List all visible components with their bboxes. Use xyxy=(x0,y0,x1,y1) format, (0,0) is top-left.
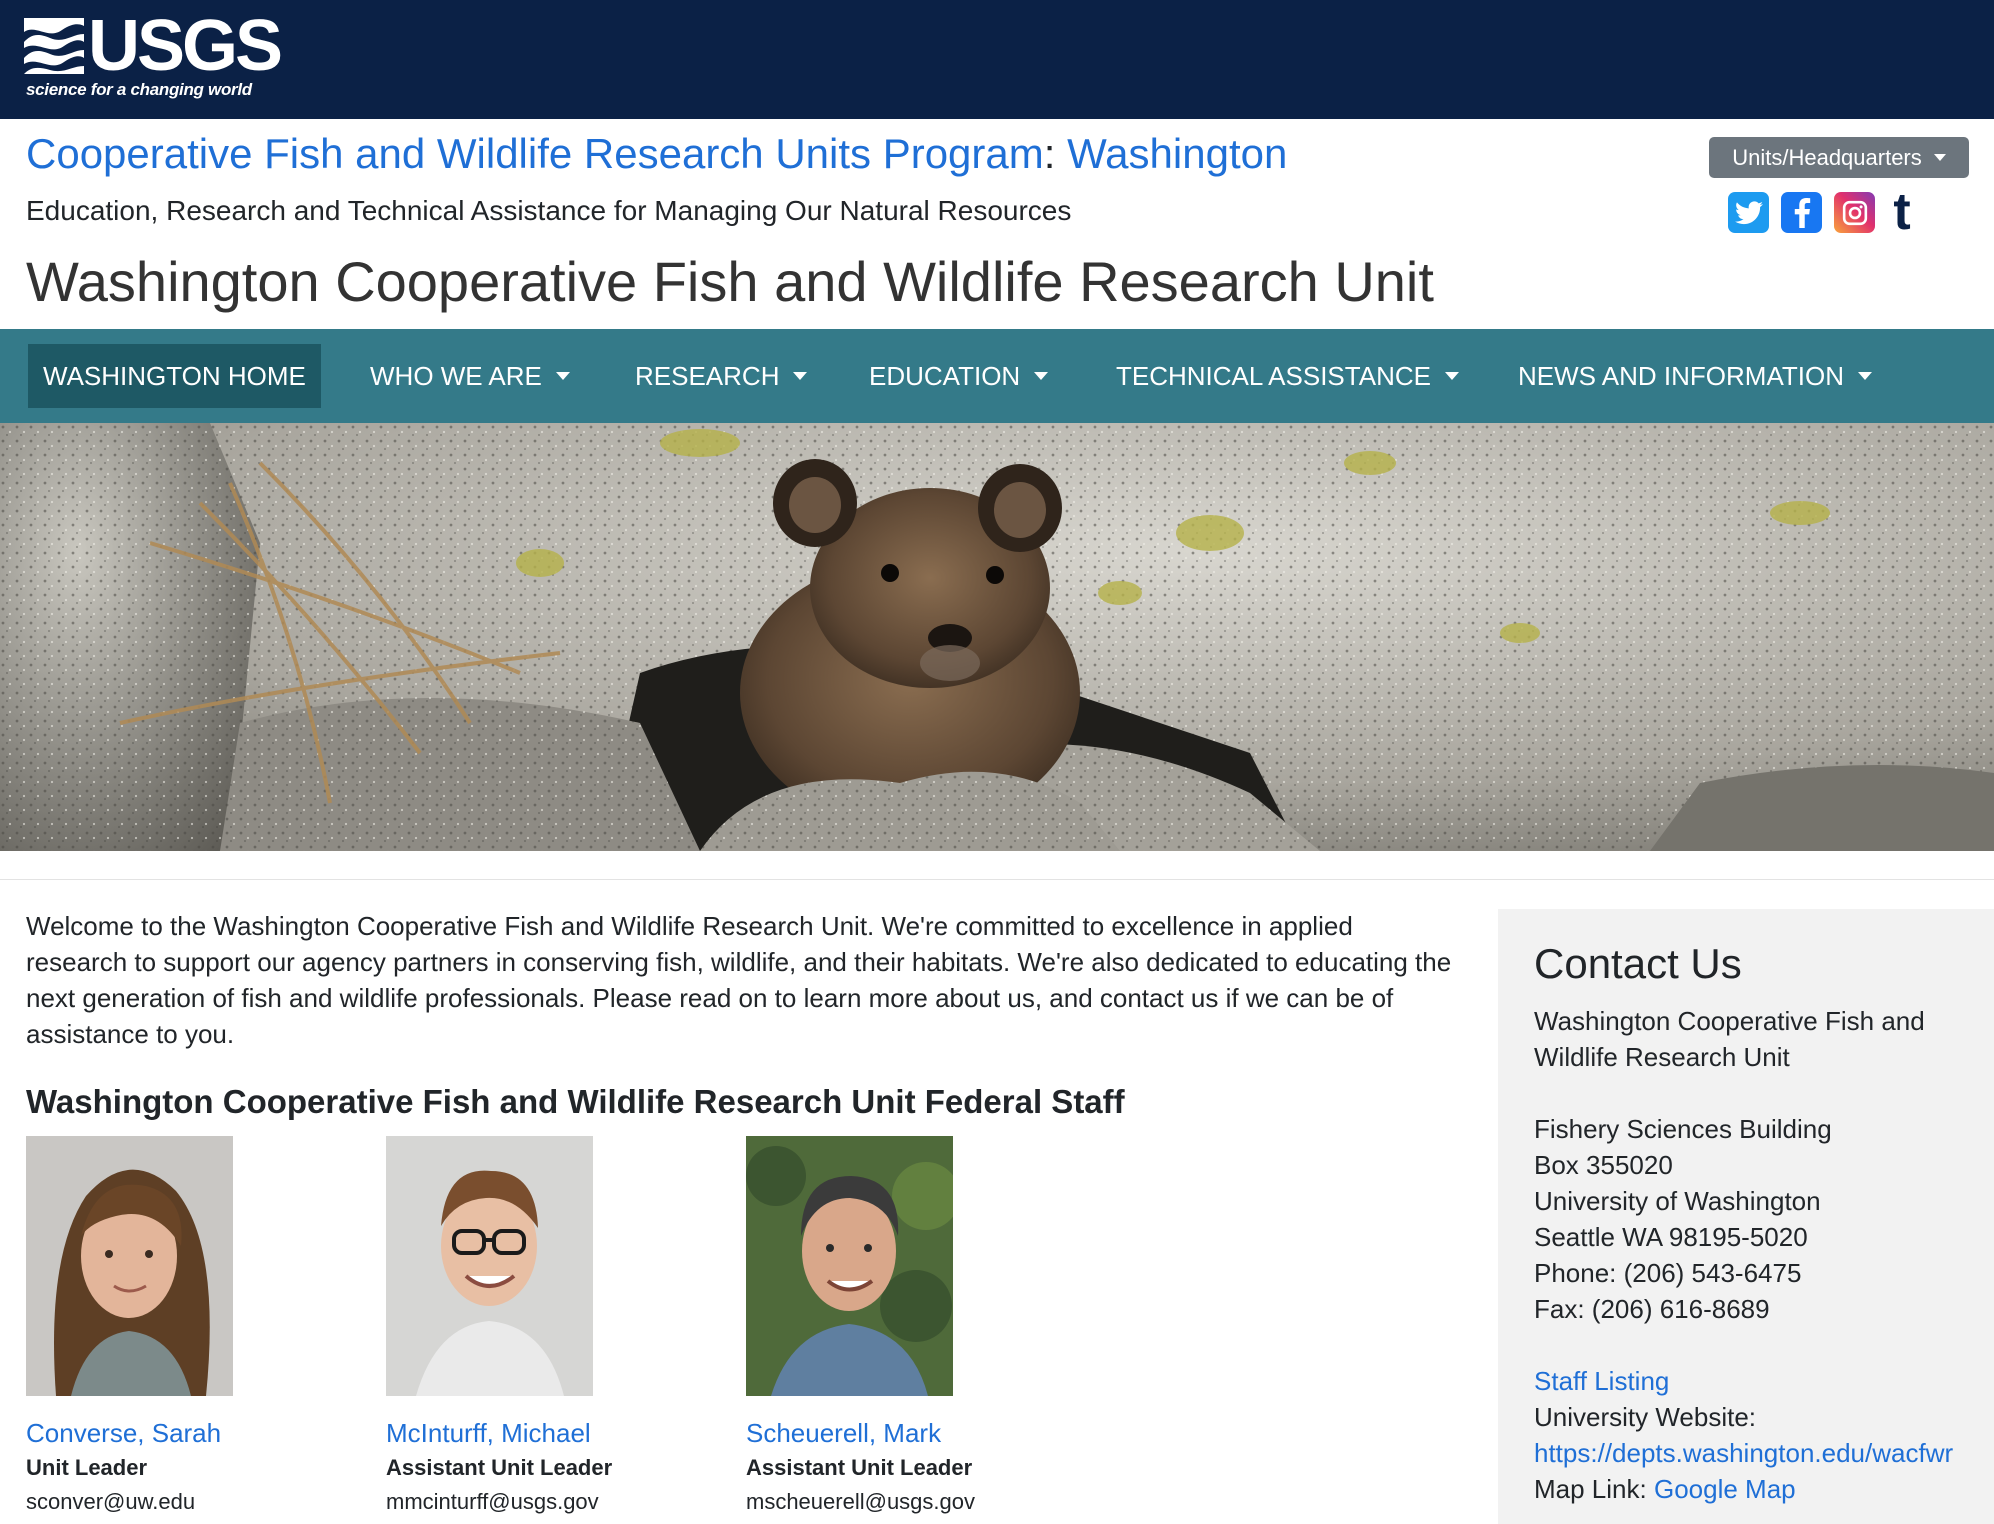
main-nav: WASHINGTON HOME WHO WE ARE RESEARCH EDUC… xyxy=(0,329,1994,423)
contact-panel: Contact Us Washington Cooperative Fish a… xyxy=(1498,909,1994,1524)
units-headquarters-dropdown[interactable]: Units/Headquarters xyxy=(1709,137,1969,178)
page-title: Washington Cooperative Fish and Wildlife… xyxy=(26,250,1434,313)
twitter-icon[interactable] xyxy=(1728,192,1769,233)
contact-building: Fishery Sciences Building xyxy=(1534,1114,1832,1144)
program-separator: : xyxy=(1043,130,1056,177)
intro-paragraph: Welcome to the Washington Cooperative Fi… xyxy=(26,911,1452,1049)
usgs-logo-text: USGS xyxy=(88,6,283,86)
staff-email: mscheuerell@usgs.gov xyxy=(746,1489,975,1514)
staff-heading: Washington Cooperative Fish and Wildlife… xyxy=(26,1083,1125,1120)
staff-card: Converse, Sarah Unit Leader sconver@uw.e… xyxy=(26,1136,346,1520)
staff-name-link[interactable]: Converse, Sarah xyxy=(26,1416,346,1450)
staff-role: Assistant Unit Leader xyxy=(746,1455,973,1480)
staff-photo[interactable] xyxy=(746,1136,953,1396)
instagram-icon[interactable] xyxy=(1834,192,1875,233)
nav-item-label: NEWS AND INFORMATION xyxy=(1518,360,1844,391)
staff-listing-link[interactable]: Staff Listing xyxy=(1534,1366,1669,1396)
nav-item-label: WHO WE ARE xyxy=(370,360,542,391)
contact-org-line: Wildlife Research Unit xyxy=(1534,1042,1790,1072)
chevron-down-icon xyxy=(555,372,570,380)
social-links: t xyxy=(1728,186,1917,238)
nav-item-research[interactable]: RESEARCH xyxy=(620,344,822,408)
university-website-link[interactable]: https://depts.washington.edu/wacfwr xyxy=(1534,1438,1953,1468)
staff-role: Unit Leader xyxy=(26,1455,148,1480)
usgs-waves-icon xyxy=(24,18,84,74)
contact-phone: Phone: (206) 543-6475 xyxy=(1534,1258,1802,1288)
nav-item-label: WASHINGTON HOME xyxy=(43,360,306,391)
pika-photo xyxy=(0,423,1994,851)
staff-email: sconver@uw.edu xyxy=(26,1489,196,1514)
contact-university: University of Washington xyxy=(1534,1186,1821,1216)
nav-item-label: EDUCATION xyxy=(869,360,1021,391)
contact-heading: Contact Us xyxy=(1534,940,1742,987)
hero-image xyxy=(0,423,1994,851)
nav-item-education[interactable]: EDUCATION xyxy=(854,344,1063,408)
staff-name-link[interactable]: McInturff, Michael xyxy=(386,1416,706,1450)
contact-fax: Fax: (206) 616-8689 xyxy=(1534,1294,1770,1324)
staff-card: McInturff, Michael Assistant Unit Leader… xyxy=(386,1136,706,1520)
staff-photo[interactable] xyxy=(26,1136,233,1396)
units-headquarters-label: Units/Headquarters xyxy=(1732,144,1922,170)
program-title: Cooperative Fish and Wildlife Research U… xyxy=(26,126,1287,182)
program-tagline: Education, Research and Technical Assist… xyxy=(26,195,1072,226)
nav-item-who-we-are[interactable]: WHO WE ARE xyxy=(355,344,585,408)
nav-item-label: TECHNICAL ASSISTANCE xyxy=(1116,360,1431,391)
staff-card: Scheuerell, Mark Assistant Unit Leader m… xyxy=(746,1136,1066,1520)
usgs-logo-tagline: science for a changing world xyxy=(26,80,252,99)
contact-org-line: Washington Cooperative Fish and xyxy=(1534,1006,1925,1036)
google-map-link[interactable]: Google Map xyxy=(1654,1474,1796,1504)
nav-item-news-and-information[interactable]: NEWS AND INFORMATION xyxy=(1503,344,1887,408)
staff-photo[interactable] xyxy=(386,1136,593,1396)
usgs-logo[interactable]: USGS science for a changing world xyxy=(24,10,283,104)
university-website-label: University Website: xyxy=(1534,1402,1757,1432)
facebook-icon[interactable] xyxy=(1781,192,1822,233)
staff-role: Assistant Unit Leader xyxy=(386,1455,613,1480)
chevron-down-icon xyxy=(1857,372,1872,380)
chevron-down-icon xyxy=(1444,372,1459,380)
tumblr-icon[interactable]: t xyxy=(1887,186,1917,238)
staff-email: mmcinturff@usgs.gov xyxy=(386,1489,599,1514)
nav-item-label: RESEARCH xyxy=(635,360,780,391)
chevron-down-icon xyxy=(1034,372,1049,380)
program-link[interactable]: Cooperative Fish and Wildlife Research U… xyxy=(26,130,1044,177)
chevron-down-icon xyxy=(793,372,808,380)
chevron-down-icon xyxy=(1933,154,1946,161)
staff-name-link[interactable]: Scheuerell, Mark xyxy=(746,1416,1066,1450)
map-label: Map Link: xyxy=(1534,1474,1647,1504)
contact-box: Box 355020 xyxy=(1534,1150,1673,1180)
nav-item-technical-assistance[interactable]: TECHNICAL ASSISTANCE xyxy=(1101,344,1474,408)
state-link[interactable]: Washington xyxy=(1067,130,1287,177)
nav-item-washington-home[interactable]: WASHINGTON HOME xyxy=(28,344,321,408)
usgs-header-bar: USGS science for a changing world xyxy=(0,0,1994,119)
section-divider xyxy=(0,879,1994,880)
contact-city: Seattle WA 98195-5020 xyxy=(1534,1222,1808,1252)
